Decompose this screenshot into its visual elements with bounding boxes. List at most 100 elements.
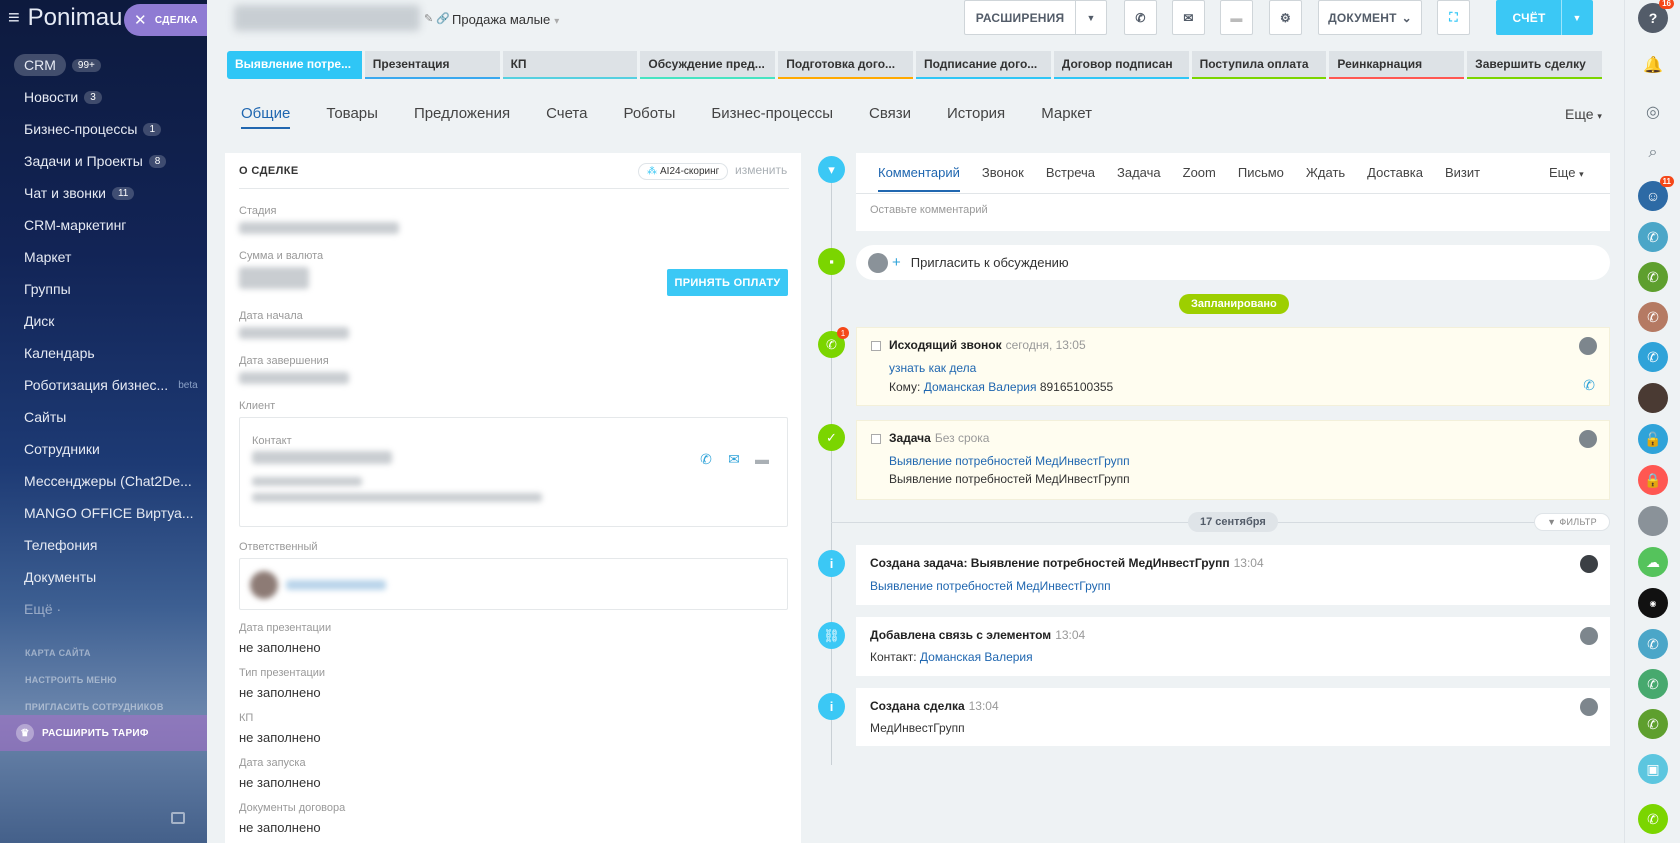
stage-3[interactable]: Обсуждение пред... [640,51,776,79]
editor-more-button[interactable]: Еще ▾ [1549,165,1584,180]
lock-icon[interactable]: 🔓 [1638,424,1668,454]
history-link[interactable]: Выявление потребностей МедИнвестГрупп [870,579,1111,593]
phone-icon[interactable]: ✆ [1638,222,1668,252]
stage-8[interactable]: Реинкарнация [1329,51,1465,79]
bell-icon[interactable]: 🔔 [1638,50,1668,80]
upgrade-plan-button[interactable]: ♛ РАСШИРИТЬ ТАРИФ [0,715,207,751]
sidebar-item-more[interactable]: Ещё · [0,593,207,625]
sidebar-item-news[interactable]: Новости 3 [0,81,207,113]
editor-tab-task[interactable]: Задача [1117,165,1161,192]
sitemap-link[interactable]: КАРТА САЙТА [25,640,164,667]
avatar[interactable] [1638,383,1668,413]
phone-icon[interactable]: ✆ [697,450,715,468]
stage-6[interactable]: Договор подписан [1053,51,1189,79]
stage-0[interactable]: Выявление потре... [227,51,362,79]
accept-payment-button[interactable]: ПРИНЯТЬ ОПЛАТУ [667,269,788,296]
stage-7[interactable]: Поступила оплата [1191,51,1327,79]
sidebar-item-calendar[interactable]: Календарь [0,337,207,369]
menu-burger-icon[interactable]: ≡ [8,8,20,28]
configure-menu-link[interactable]: НАСТРОИТЬ МЕНЮ [25,667,164,694]
cloud-icon[interactable]: ☁ [1638,547,1668,577]
invite-to-discussion[interactable]: + Пригласить к обсуждению [856,245,1610,280]
sidebar-item-mango[interactable]: MANGO OFFICE Виртуа... [0,497,207,529]
tab-invoices[interactable]: Счета [546,105,587,129]
contact-link[interactable]: Доманская Валерия [920,650,1033,664]
tab-products[interactable]: Товары [326,105,378,129]
close-icon[interactable]: ✕ [134,11,147,29]
editor-tab-wait[interactable]: Ждать [1306,165,1345,192]
editor-tab-delivery[interactable]: Доставка [1367,165,1423,192]
sidebar-item-crm[interactable]: CRM 99+ [0,49,207,81]
chevron-down-icon[interactable]: ▼ [1076,13,1106,23]
phone-icon[interactable]: ✆ [1638,302,1668,332]
phone-icon[interactable]: ✆ [1583,377,1595,394]
tab-offers[interactable]: Предложения [414,105,510,129]
tab-links[interactable]: Связи [869,105,911,129]
chat-icon[interactable]: ▬ [753,450,771,468]
editor-tab-comment[interactable]: Комментарий [878,165,960,192]
stage-1[interactable]: Презентация [364,51,500,79]
phone-icon[interactable]: ✆ [1638,709,1668,739]
help-icon[interactable]: ? 16 [1638,0,1674,33]
avatar[interactable] [1638,506,1668,536]
chat-button[interactable]: ▬ [1220,0,1253,35]
complete-checkbox[interactable] [871,433,881,444]
deal-title[interactable] [234,5,420,31]
email-button[interactable]: ✉ [1172,0,1205,35]
stage-2[interactable]: КП [502,51,638,79]
sidebar-item-market[interactable]: Маркет [0,241,207,273]
ai-scoring-chip[interactable]: ⁂ AI24-скоринг [638,163,729,180]
search-icon[interactable]: ⌕ [1638,138,1668,168]
digitals-icon[interactable]: ◉ [1638,588,1668,618]
group-chat-icon[interactable]: ☺ 11 [1638,176,1674,211]
phone-icon[interactable]: ✆ [1638,629,1668,659]
sidebar-item-tasks[interactable]: Задачи и Проекты 8 [0,145,207,177]
editor-tab-meeting[interactable]: Встреча [1046,165,1095,192]
sidebar-item-documents[interactable]: Документы [0,561,207,593]
stage-4[interactable]: Подготовка дого... [778,51,913,79]
sidebar-item-messengers[interactable]: Мессенджеры (Chat2De... [0,465,207,497]
sidebar-item-robotization[interactable]: Роботизация бизнес... beta [0,369,207,401]
qr-scan-button[interactable]: ⛶ [1437,0,1470,35]
filter-button[interactable]: ▼ ФИЛЬТР [1534,513,1610,531]
contact-name[interactable] [252,451,392,464]
editor-tab-call[interactable]: Звонок [982,165,1024,192]
phone-icon[interactable]: ✆ [1638,262,1668,292]
responsible-name[interactable] [286,580,386,590]
tab-general[interactable]: Общие [241,105,291,129]
phone-button[interactable]: ✆ [1124,0,1157,35]
call-icon[interactable]: ✆ [1638,804,1668,834]
sidebar-item-sites[interactable]: Сайты [0,401,207,433]
extensions-button[interactable]: РАСШИРЕНИЯ ▼ [964,0,1107,35]
category-selector[interactable]: Продажа малые ▾ [452,12,559,27]
editor-tab-visit[interactable]: Визит [1445,165,1480,192]
print-icon[interactable] [171,812,185,824]
invoice-button[interactable]: СЧЁТ ▼ [1496,0,1593,35]
sidebar-item-telephony[interactable]: Телефония [0,529,207,561]
task-link[interactable]: Выявление потребностей МедИнвестГрупп [889,454,1130,468]
contact-link[interactable]: Доманская Валерия [924,380,1037,394]
envelope-icon[interactable]: ✉ [725,450,743,468]
tabs-more-button[interactable]: Еще ▾ [1565,106,1602,122]
sidebar-item-employees[interactable]: Сотрудники [0,433,207,465]
comment-input[interactable]: Оставьте комментарий [870,204,988,216]
document-button[interactable]: ДОКУМЕНТ ⌄ [1318,0,1422,35]
tab-history[interactable]: История [947,105,1005,129]
sidebar-item-chat[interactable]: Чат и звонки 11 [0,177,207,209]
stage-9[interactable]: Завершить сделку [1467,51,1602,79]
call-subject-link[interactable]: узнать как дела [889,361,976,375]
tab-robots[interactable]: Роботы [623,105,675,129]
deal-close-tag[interactable]: ✕ СДЕЛКА [124,4,207,36]
change-link[interactable]: изменить [735,163,787,177]
editor-tab-zoom[interactable]: Zoom [1183,165,1216,192]
edit-title-icon[interactable]: ✎ 🔗 [424,12,450,25]
sidebar-item-crm-marketing[interactable]: CRM-маркетинг [0,209,207,241]
settings-button[interactable]: ⚙ [1269,0,1302,35]
tab-market[interactable]: Маркет [1041,105,1092,129]
phone-icon[interactable]: ✆ [1638,342,1668,372]
sidebar-item-bizproc[interactable]: Бизнес-процессы 1 [0,113,207,145]
tab-bizproc[interactable]: Бизнес-процессы [711,105,833,129]
phone-icon[interactable]: ✆ [1638,669,1668,699]
chat-list-icon[interactable]: ◎ [1638,97,1668,127]
contact-center-icon[interactable]: ▣ [1638,754,1668,784]
